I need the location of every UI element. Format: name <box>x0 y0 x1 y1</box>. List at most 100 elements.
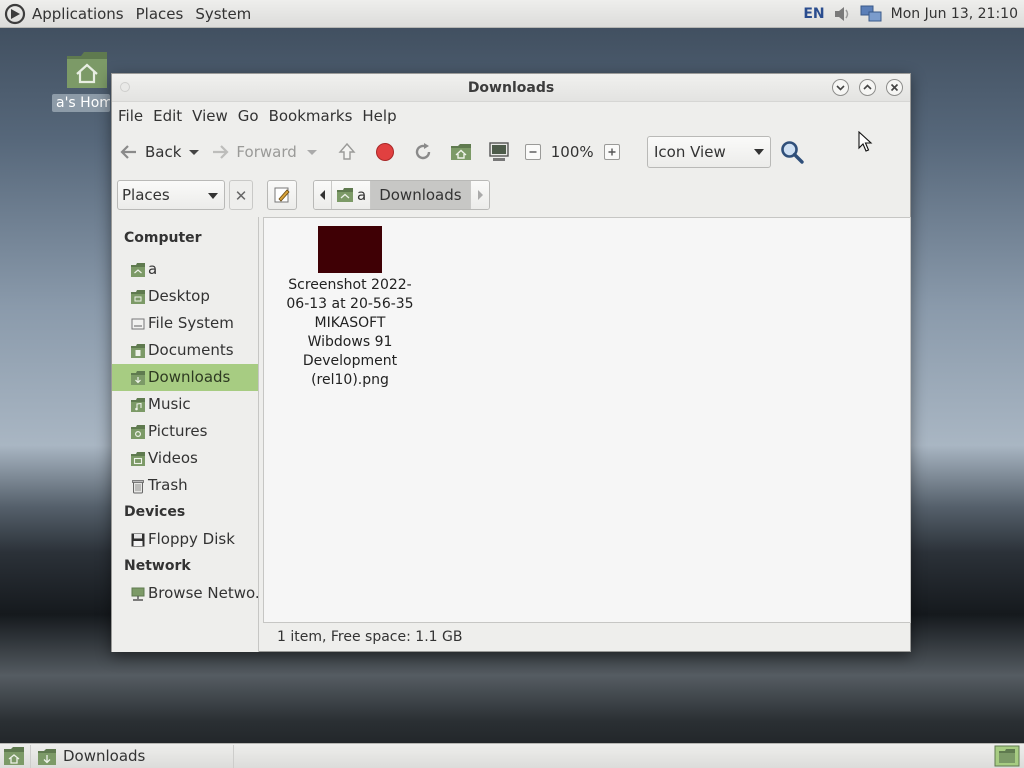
home-folder-icon <box>67 52 107 88</box>
menu-go[interactable]: Go <box>234 107 263 125</box>
desktop-home-label: a's Home <box>52 94 110 112</box>
mouse-pointer-icon <box>858 131 873 152</box>
window-titlebar[interactable]: Downloads <box>112 74 910 102</box>
close-button[interactable] <box>886 79 903 96</box>
zoom-out-button[interactable] <box>524 144 541 160</box>
sidebar-item-browse-network[interactable]: Browse Netwo... <box>112 580 258 607</box>
breadcrumb-downloads[interactable]: Downloads <box>371 181 471 209</box>
sidebar-item-floppy-disk[interactable]: Floppy Disk <box>112 526 258 553</box>
sidebar-item-pictures[interactable]: Pictures <box>112 418 258 445</box>
distro-logo-icon[interactable] <box>4 3 26 25</box>
sidebar-item-music[interactable]: Music <box>112 391 258 418</box>
file-view[interactable]: Screenshot 2022-06-13 at 20-56-35 MIKASO… <box>263 217 911 623</box>
forward-arrow-icon <box>213 145 229 159</box>
view-mode-value: Icon View <box>654 143 726 161</box>
desktop-folder-icon <box>131 289 145 304</box>
minimize-button[interactable] <box>832 79 849 96</box>
places-sidebar: Computer a Desktop File System Documents… <box>112 217 259 652</box>
sidebar-item-desktop[interactable]: Desktop <box>112 283 258 310</box>
up-arrow-icon[interactable] <box>335 140 359 164</box>
pictures-folder-icon <box>131 424 145 439</box>
back-button[interactable]: Back <box>118 141 181 163</box>
maximize-button[interactable] <box>859 79 876 96</box>
sidebar-item-label: Trash <box>148 476 188 494</box>
top-panel: Applications Places System EN Mon Jun 13… <box>0 0 1024 28</box>
file-manager-window: Downloads File Edit View Go Bookmarks He… <box>111 73 911 652</box>
sidebar-item-home[interactable]: a <box>112 256 258 283</box>
sidebar-mode-select[interactable]: Places <box>117 180 225 210</box>
sidebar-item-downloads[interactable]: Downloads <box>112 364 258 391</box>
forward-button[interactable]: Forward <box>209 141 297 163</box>
menu-edit[interactable]: Edit <box>149 107 186 125</box>
keyboard-layout-indicator[interactable]: EN <box>803 6 824 22</box>
music-folder-icon <box>131 397 145 412</box>
home-folder-icon <box>337 188 353 202</box>
trash-icon <box>132 479 144 493</box>
drive-icon <box>131 318 145 329</box>
chevron-down-icon <box>754 149 764 155</box>
sidebar-section-network: Network <box>124 558 191 574</box>
menu-places[interactable]: Places <box>130 5 190 23</box>
floppy-disk-icon <box>131 533 145 546</box>
sidebar-section-computer: Computer <box>124 230 202 246</box>
menu-applications[interactable]: Applications <box>26 5 130 23</box>
toggle-location-entry-button[interactable] <box>267 180 297 210</box>
workspace-switcher-icon[interactable] <box>994 745 1020 767</box>
sidebar-item-label: a <box>148 260 158 278</box>
volume-icon[interactable] <box>831 3 853 25</box>
back-label: Back <box>145 143 182 161</box>
chevron-left-icon <box>319 190 325 200</box>
sidebar-item-label: Desktop <box>148 287 210 305</box>
stop-icon[interactable] <box>373 140 397 164</box>
toolbar: Back Forward 100% Icon View <box>112 130 910 174</box>
window-title: Downloads <box>467 80 555 96</box>
back-history-dropdown-icon[interactable] <box>185 143 203 161</box>
taskbar-item-downloads[interactable]: Downloads <box>30 745 234 768</box>
network-icon[interactable] <box>859 3 883 25</box>
menu-bookmarks[interactable]: Bookmarks <box>265 107 357 125</box>
menu-bar: File Edit View Go Bookmarks Help <box>112 102 910 130</box>
sidebar-item-label: File System <box>148 314 234 332</box>
view-mode-select[interactable]: Icon View <box>647 136 771 168</box>
sidebar-section-devices: Devices <box>124 504 186 520</box>
computer-icon[interactable] <box>487 140 511 164</box>
taskbar-item-label: Downloads <box>63 747 146 765</box>
system-tray: EN Mon Jun 13, 21:10 <box>803 0 1020 28</box>
clock[interactable]: Mon Jun 13, 21:10 <box>889 6 1020 22</box>
file-item[interactable]: Screenshot 2022-06-13 at 20-56-35 MIKASO… <box>284 226 416 390</box>
close-sidebar-button[interactable]: ✕ <box>229 180 253 210</box>
breadcrumb-home[interactable]: a <box>332 181 372 209</box>
status-bar: 1 item, Free space: 1.1 GB <box>277 629 463 645</box>
menu-file[interactable]: File <box>114 107 147 125</box>
chevron-right-icon <box>477 190 483 200</box>
menu-help[interactable]: Help <box>358 107 400 125</box>
file-name: Screenshot 2022-06-13 at 20-56-35 MIKASO… <box>286 277 414 388</box>
bottom-panel: Downloads <box>0 743 1024 768</box>
sidebar-item-trash[interactable]: Trash <box>112 472 258 499</box>
sidebar-item-label: Videos <box>148 449 198 467</box>
forward-history-dropdown-icon[interactable] <box>303 143 321 161</box>
breadcrumb-home-label: a <box>357 186 367 204</box>
videos-folder-icon <box>131 451 145 466</box>
minus-icon <box>529 151 537 153</box>
home-folder-icon <box>131 262 145 277</box>
reload-icon[interactable] <box>411 140 435 164</box>
plus-icon <box>608 148 616 156</box>
home-icon[interactable] <box>449 140 473 164</box>
sidebar-item-videos[interactable]: Videos <box>112 445 258 472</box>
search-icon[interactable] <box>779 139 805 165</box>
menu-system[interactable]: System <box>189 5 257 23</box>
sidebar-item-file-system[interactable]: File System <box>112 310 258 337</box>
zoom-in-button[interactable] <box>603 144 620 160</box>
menu-view[interactable]: View <box>188 107 232 125</box>
breadcrumb-scroll-left[interactable] <box>314 181 332 209</box>
back-arrow-icon <box>120 145 136 159</box>
window-menu-icon[interactable] <box>120 82 130 92</box>
sidebar-item-label: Floppy Disk <box>148 530 235 548</box>
show-desktop-icon[interactable] <box>3 746 25 766</box>
sidebar-item-label: Browse Netwo... <box>148 584 258 602</box>
location-bar: Places ✕ a Downloads <box>112 174 910 218</box>
zoom-level[interactable]: 100% <box>551 143 594 161</box>
breadcrumb-scroll-right[interactable] <box>470 181 489 209</box>
sidebar-item-documents[interactable]: Documents <box>112 337 258 364</box>
